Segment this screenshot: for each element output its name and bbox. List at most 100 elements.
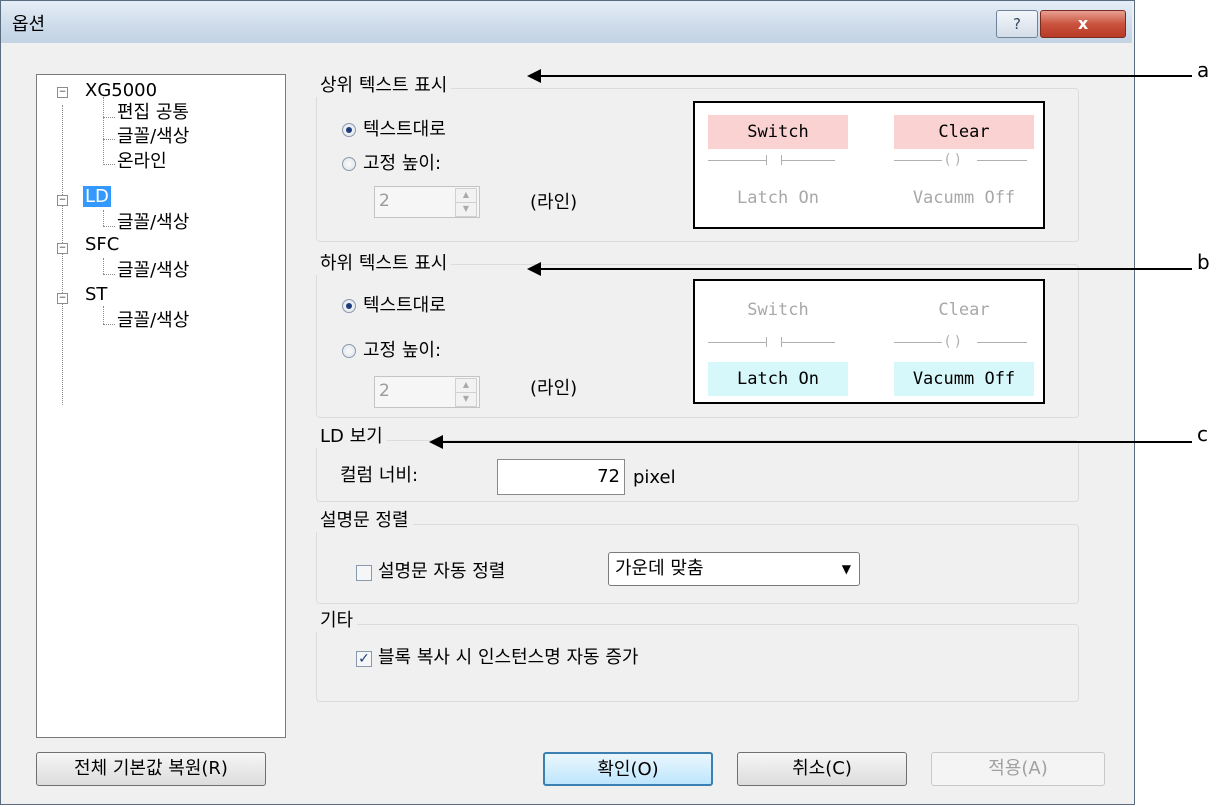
callout-label-a: a <box>1197 58 1210 82</box>
title-bar[interactable] <box>1 1 1132 43</box>
tree-connector <box>103 226 115 227</box>
spin-up-icon[interactable]: ▲ <box>455 378 477 393</box>
contact-rung <box>708 342 766 343</box>
block-copy-checkbox[interactable]: ✓ <box>356 651 372 667</box>
lower-as-text-label[interactable]: 텍스트대로 <box>363 295 446 317</box>
callout-arrow-c <box>442 441 1192 443</box>
coil-rung <box>894 342 942 343</box>
tree-item-st-font-color[interactable]: 글꼴/색상 <box>117 311 189 331</box>
upper-unit-label: (라인) <box>530 192 578 213</box>
collapse-icon[interactable]: − <box>57 195 68 206</box>
arrowhead-icon <box>527 262 541 276</box>
tree-item-online[interactable]: 온라인 <box>117 152 167 172</box>
tree-item-st[interactable]: ST <box>85 285 107 305</box>
comment-align-group-label: 설명문 정렬 <box>316 510 413 532</box>
column-width-input[interactable]: 72 <box>497 459 625 495</box>
column-width-label: 컬럼 너비: <box>340 465 419 486</box>
lower-height-spinner[interactable]: 2 ▲ ▼ <box>374 376 480 408</box>
auto-align-checkbox[interactable] <box>356 565 372 581</box>
tree-item-ld-label: LD <box>83 186 111 207</box>
coil-icon: ( ) <box>945 152 961 168</box>
contact-rung <box>781 342 835 343</box>
tree-connector <box>103 164 115 165</box>
options-tree[interactable]: − XG5000 편집 공통 글꼴/색상 온라인 − LD 글꼴/색상 − SF… <box>36 74 286 738</box>
ld-view-group-label: LD 보기 <box>316 426 387 448</box>
arrowhead-icon <box>429 435 443 449</box>
close-button[interactable]: x <box>1040 10 1126 38</box>
lower-height-value: 2 <box>379 381 390 401</box>
lower-text-preview: Switch Clear ( ) Latch On Vacumm Off <box>693 279 1045 404</box>
checkmark-icon: ✓ <box>358 651 370 667</box>
lower-as-text-radio[interactable] <box>342 299 356 313</box>
help-button[interactable]: ? <box>996 10 1038 38</box>
tree-item-sfc-font-color[interactable]: 글꼴/색상 <box>117 261 189 281</box>
upper-height-spinner[interactable]: 2 ▲ ▼ <box>374 186 480 218</box>
preview-clear-label: Clear <box>894 115 1034 149</box>
dialog-title: 옵션 <box>12 14 46 35</box>
tree-connector <box>103 324 115 325</box>
ld-view-group <box>316 440 1079 502</box>
tree-item-ld-font-color[interactable]: 글꼴/색상 <box>117 213 189 233</box>
close-icon: x <box>1077 14 1089 33</box>
collapse-icon[interactable]: − <box>57 87 68 98</box>
tree-item-xg5000[interactable]: XG5000 <box>85 81 157 101</box>
spin-down-icon[interactable]: ▼ <box>455 202 477 217</box>
coil-icon: ( ) <box>945 334 961 350</box>
preview-switch-label: Switch <box>708 115 848 149</box>
preview-vacumm-off-label: Vacumm Off <box>894 362 1034 396</box>
tree-item-sfc[interactable]: SFC <box>85 235 119 255</box>
arrowhead-icon <box>527 69 541 83</box>
upper-text-preview: Switch Clear ( ) Latch On Vacumm Off <box>693 101 1045 229</box>
upper-fixed-height-label[interactable]: 고정 높이: <box>363 153 441 175</box>
contact-icon <box>766 337 767 347</box>
tree-connector <box>103 117 115 118</box>
contact-icon <box>766 155 767 165</box>
upper-text-group-label: 상위 텍스트 표시 <box>316 75 452 97</box>
align-dropdown-value: 가운데 맞춤 <box>615 558 704 579</box>
apply-button[interactable]: 적용(A) <box>931 752 1105 786</box>
tree-connector <box>103 306 104 324</box>
spin-up-icon[interactable]: ▲ <box>455 188 477 203</box>
callout-label-c: c <box>1197 422 1208 446</box>
collapse-icon[interactable]: − <box>57 243 68 254</box>
lower-unit-label: (라인) <box>530 378 578 399</box>
upper-as-text-label[interactable]: 텍스트대로 <box>363 119 446 141</box>
column-width-unit: pixel <box>633 467 676 488</box>
preview-clear-label: Clear <box>938 300 990 320</box>
preview-latch-on-label: Latch On <box>737 188 819 208</box>
chevron-down-icon: ▼ <box>841 562 851 576</box>
coil-rung <box>894 160 942 161</box>
block-copy-label[interactable]: 블록 복사 시 인스턴스명 자동 증가 <box>378 647 638 669</box>
preview-latch-on-label: Latch On <box>708 362 848 396</box>
ok-button[interactable]: 확인(O) <box>543 752 713 786</box>
collapse-icon[interactable]: − <box>57 293 68 304</box>
callout-arrow-a <box>540 75 1192 77</box>
upper-as-text-radio[interactable] <box>342 123 356 137</box>
align-dropdown[interactable]: 가운데 맞춤 ▼ <box>608 552 860 586</box>
tree-connector <box>103 97 104 165</box>
tree-connector <box>103 210 104 226</box>
spin-down-icon[interactable]: ▼ <box>455 392 477 407</box>
lower-fixed-height-radio[interactable] <box>342 344 356 358</box>
callout-label-b: b <box>1197 250 1210 274</box>
upper-height-value: 2 <box>379 191 390 211</box>
tree-connector <box>103 258 104 274</box>
coil-rung <box>977 342 1027 343</box>
contact-rung <box>708 160 766 161</box>
tree-connector <box>62 105 63 405</box>
tree-connector <box>103 139 115 140</box>
tree-item-ld[interactable]: LD <box>83 186 111 207</box>
restore-defaults-button[interactable]: 전체 기본값 복원(R) <box>36 752 266 786</box>
auto-align-label[interactable]: 설명문 자동 정렬 <box>378 561 505 583</box>
coil-rung <box>977 160 1027 161</box>
preview-switch-label: Switch <box>747 300 809 320</box>
lower-text-group-label: 하위 텍스트 표시 <box>316 253 452 275</box>
tree-item-edit-common[interactable]: 편집 공통 <box>117 103 189 123</box>
tree-item-font-color[interactable]: 글꼴/색상 <box>117 127 189 147</box>
preview-vacumm-off-label: Vacumm Off <box>912 188 1016 208</box>
upper-fixed-height-radio[interactable] <box>342 157 356 171</box>
lower-fixed-height-label[interactable]: 고정 높이: <box>363 340 441 362</box>
cancel-button[interactable]: 취소(C) <box>737 752 907 786</box>
misc-group-label: 기타 <box>316 610 358 632</box>
contact-rung <box>781 160 835 161</box>
